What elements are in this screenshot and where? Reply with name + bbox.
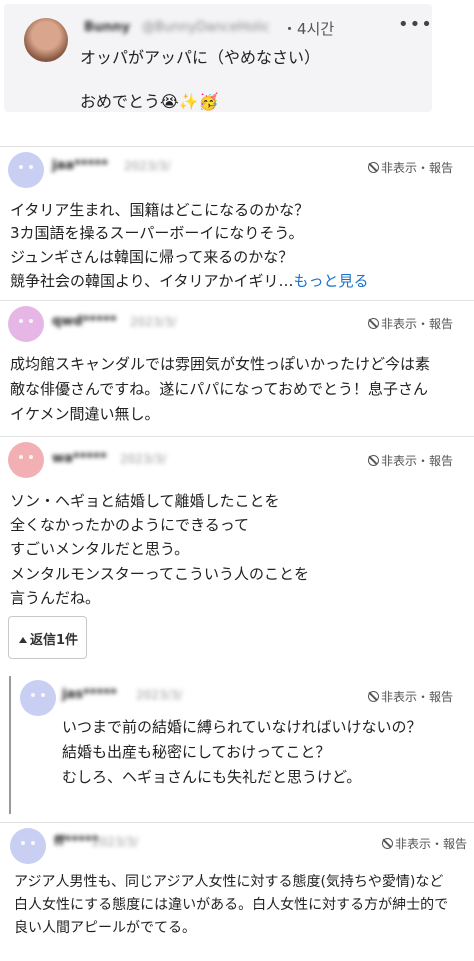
avatar[interactable] xyxy=(8,152,44,188)
hide-report-label: 非表示・報告 xyxy=(381,317,454,331)
divider xyxy=(0,300,474,301)
reply-thread-bar xyxy=(9,676,11,814)
post-user-handle[interactable]: @BunnyDanceHolic xyxy=(142,20,270,35)
comment-text-line: イタリア生まれ、国籍はどこになるのかな？ xyxy=(10,201,310,219)
comment-text-line: 言うんだね。 xyxy=(10,589,101,607)
comment-text-truncated: 競争社会の韓国より、イタリアかイギリ… xyxy=(10,272,294,290)
comment-text-line: イケメン間違い無し。 xyxy=(10,405,160,423)
avatar[interactable] xyxy=(20,680,56,716)
comment-user-name[interactable]: qwd***** xyxy=(52,314,117,329)
hide-report-button[interactable]: 非表示・報告 xyxy=(368,159,453,176)
post-timestamp: ・4시간 xyxy=(282,20,335,38)
hide-report-button[interactable]: 非表示・報告 xyxy=(368,688,453,705)
comment-user-name[interactable]: jaa***** xyxy=(52,158,108,173)
post-text-line: おめでとう😭✨🥳 xyxy=(80,92,219,111)
post-text-line: オッパがアッパに（やめなさい） xyxy=(80,48,321,67)
avatar[interactable] xyxy=(8,442,44,478)
ban-icon xyxy=(382,838,393,849)
comment-text-line: メンタルモンスターってこういう人のことを xyxy=(10,565,309,583)
divider xyxy=(0,146,474,147)
comment-text-line: むしろ、ヘギョさんにも失礼だと思うけど。 xyxy=(62,768,362,786)
comment-meta: 2023/3/ xyxy=(120,452,167,466)
divider xyxy=(0,822,474,823)
comment-text-line: 敵な俳優さんですね。遂にパパになっておめでとう！息子さん xyxy=(10,380,429,398)
ban-icon xyxy=(368,318,379,329)
hide-report-label: 非表示・報告 xyxy=(381,690,454,704)
top-post-card: Bunny @BunnyDanceHolic ・4시간 ••• オッパがアッパに… xyxy=(4,4,432,112)
comment-text-line: 白人女性にする態度には違いがある。白人女性に対する方が紳士的で xyxy=(14,897,449,913)
comment-text-line: ジュンギさんは韓国に帰って来るのかな？ xyxy=(10,248,294,266)
show-replies-button[interactable]: 返信1件 xyxy=(8,616,87,659)
hide-report-label: 非表示・報告 xyxy=(395,837,468,851)
reply-count-label: 返信1件 xyxy=(30,633,79,648)
face-icon xyxy=(19,841,37,850)
comment-text-line: ソン・ヘギョと結婚して離婚したことを xyxy=(10,492,280,510)
comment-text-line: 良い人間アピールがでてる。 xyxy=(14,920,196,936)
ban-icon xyxy=(368,455,379,466)
comment-text-line: 競争社会の韓国より、イタリアかイギリ…もっと見る xyxy=(10,270,369,291)
hide-report-label: 非表示・報告 xyxy=(381,161,454,175)
face-icon xyxy=(17,165,35,174)
hide-report-button[interactable]: 非表示・報告 xyxy=(382,835,467,852)
show-more-link[interactable]: もっと見る xyxy=(294,272,369,290)
caret-up-icon xyxy=(19,637,27,643)
divider xyxy=(0,436,474,437)
comment-text-line: 結婚も出産も秘密にしておけってこと？ xyxy=(62,743,331,761)
avatar[interactable] xyxy=(24,18,68,62)
ban-icon xyxy=(368,162,379,173)
comment-user-name[interactable]: jas***** xyxy=(62,687,117,702)
comment-text-line: 3カ国語を操るスーパーボーイになりそう。 xyxy=(10,224,304,242)
comment-text-line: 全くなかったかのようにできるって xyxy=(10,516,249,534)
post-user-name[interactable]: Bunny xyxy=(84,20,130,35)
comment-meta: 2023/3/ xyxy=(124,159,171,173)
face-icon xyxy=(29,693,47,702)
comment-text-line: 成均館スキャンダルでは雰囲気が女性っぽいかったけど今は素 xyxy=(10,355,431,373)
comment-text-line: いつまで前の結婚に縛られていなければいけないの？ xyxy=(62,718,422,736)
comment-meta: 2023/3/ xyxy=(92,835,139,849)
ban-icon xyxy=(368,691,379,702)
face-icon xyxy=(17,319,35,328)
comment-meta: 2023/3/ xyxy=(130,315,177,329)
avatar[interactable] xyxy=(8,306,44,342)
comment-text-line: アジア人男性も、同じアジア人女性に対する態度(気持ちや愛情)など xyxy=(14,874,444,890)
comment-meta: 2023/3/ xyxy=(136,688,183,702)
hide-report-label: 非表示・報告 xyxy=(381,454,454,468)
show-replies-label: 返信1件 xyxy=(19,629,78,648)
comment-user-name[interactable]: wa***** xyxy=(52,451,107,466)
more-options-icon[interactable]: ••• xyxy=(398,14,433,35)
comment-text-line: すごいメンタルだと思う。 xyxy=(10,540,190,558)
hide-report-button[interactable]: 非表示・報告 xyxy=(368,315,453,332)
avatar[interactable] xyxy=(10,828,46,864)
hide-report-button[interactable]: 非表示・報告 xyxy=(368,452,453,469)
face-icon xyxy=(17,455,35,464)
